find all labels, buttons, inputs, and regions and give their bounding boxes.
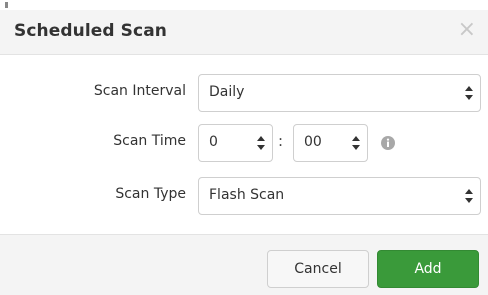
top-edge bbox=[0, 0, 488, 10]
scan-interval-select[interactable]: Daily bbox=[198, 74, 481, 112]
scan-type-value: Flash Scan bbox=[209, 187, 285, 203]
dialog-footer: Cancel Add bbox=[0, 234, 488, 295]
dialog-title: Scheduled Scan bbox=[14, 21, 167, 41]
select-arrows-icon bbox=[257, 136, 265, 150]
scan-interval-row: Scan Interval Daily bbox=[0, 74, 488, 114]
scan-hour-value: 0 bbox=[209, 134, 218, 150]
select-arrows-icon bbox=[465, 189, 473, 203]
dialog-body: Scan Interval Daily Scan Time 0 : 00 Sca… bbox=[0, 55, 488, 234]
scan-hour-select[interactable]: 0 bbox=[198, 124, 273, 162]
scan-type-row: Scan Type Flash Scan bbox=[0, 177, 488, 217]
add-button[interactable]: Add bbox=[377, 250, 479, 288]
scan-time-label: Scan Time bbox=[113, 133, 186, 149]
select-arrows-icon bbox=[465, 86, 473, 100]
select-arrows-icon bbox=[352, 136, 360, 150]
dialog-header: Scheduled Scan × bbox=[0, 10, 488, 55]
scan-interval-value: Daily bbox=[209, 84, 245, 100]
cancel-button[interactable]: Cancel bbox=[267, 250, 369, 288]
close-icon[interactable]: × bbox=[458, 19, 476, 41]
scan-time-row: Scan Time 0 : 00 bbox=[0, 124, 488, 164]
scan-type-select[interactable]: Flash Scan bbox=[198, 177, 481, 215]
scheduled-scan-dialog: Scheduled Scan × Scan Interval Daily Sca… bbox=[0, 0, 488, 295]
scan-minute-value: 00 bbox=[304, 134, 322, 150]
info-icon[interactable] bbox=[381, 135, 395, 150]
scan-minute-select[interactable]: 00 bbox=[293, 124, 368, 162]
scan-type-label: Scan Type bbox=[115, 186, 186, 202]
time-separator: : bbox=[278, 132, 284, 150]
scan-interval-label: Scan Interval bbox=[93, 83, 186, 99]
